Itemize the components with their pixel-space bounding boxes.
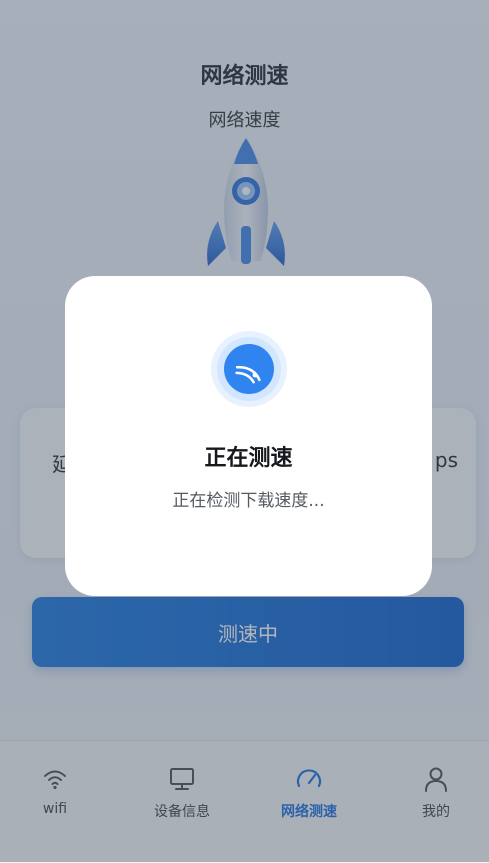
dialog-title: 正在测速 [204,446,293,471]
wifi-signal-icon [211,331,287,407]
dialog-message: 正在检测下载速度... [172,491,325,511]
speed-test-dialog: 正在测速 正在检测下载速度... [65,276,432,596]
